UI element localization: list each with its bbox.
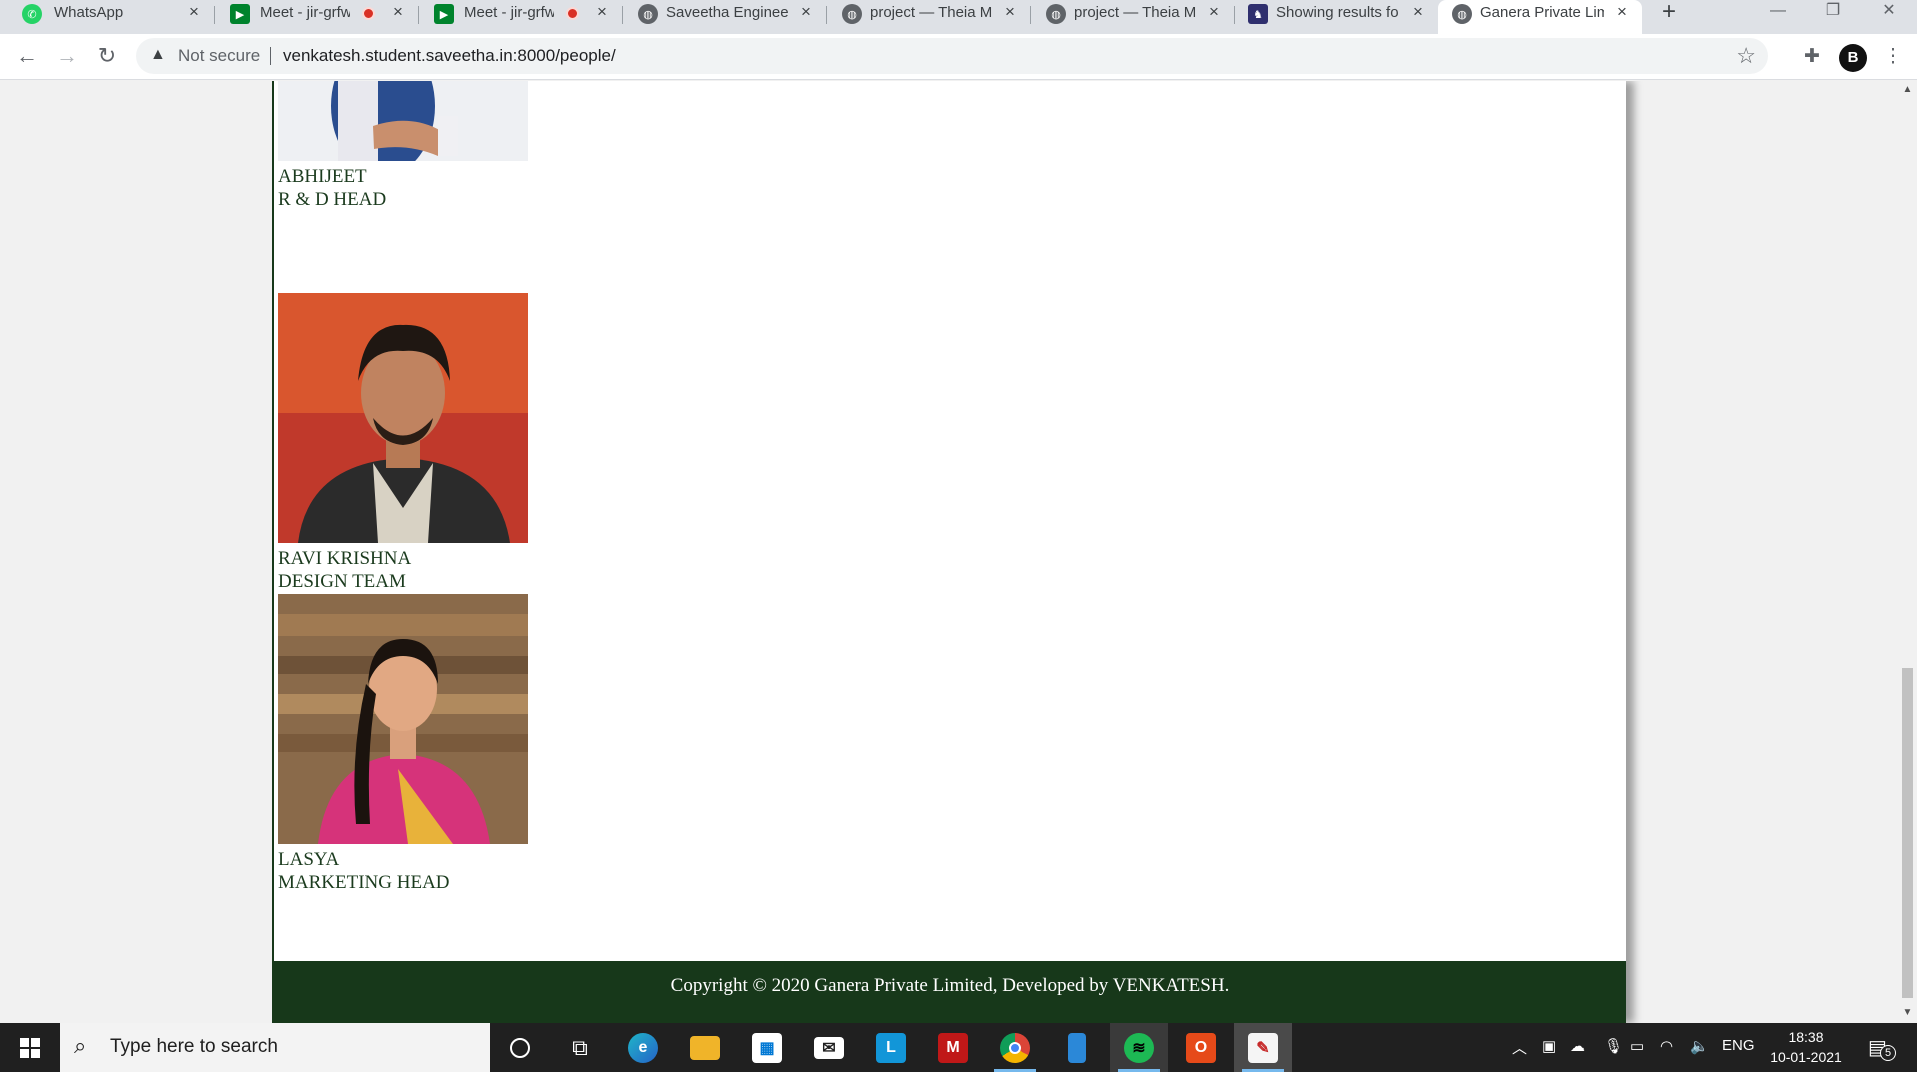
tab-saveetha[interactable]: ◍ Saveetha Engineer ×: [622, 0, 825, 34]
language-indicator[interactable]: ENG: [1722, 1037, 1755, 1054]
page-footer: Copyright © 2020 Ganera Private Limited,…: [274, 961, 1626, 1023]
spotify-icon[interactable]: ≋: [1110, 1023, 1168, 1072]
back-arrow-icon[interactable]: ←: [13, 42, 41, 70]
forward-arrow-icon[interactable]: →: [53, 42, 81, 70]
phone-app-icon[interactable]: [1048, 1023, 1106, 1072]
close-tab-icon[interactable]: ×: [1000, 1, 1020, 23]
windows-logo-icon: [20, 1038, 40, 1058]
mail-icon[interactable]: ✉: [800, 1023, 858, 1072]
search-icon: ⌕: [74, 1033, 87, 1058]
tab-search-results[interactable]: ♞ Showing results fo ×: [1234, 0, 1437, 34]
office-icon[interactable]: O: [1172, 1023, 1230, 1072]
wifi-icon[interactable]: ◠: [1660, 1037, 1673, 1055]
member-photo-abhijeet: [278, 81, 528, 161]
bookmark-star-icon[interactable]: ☆: [1736, 43, 1756, 69]
notification-count-badge: 5: [1880, 1045, 1896, 1061]
new-tab-button[interactable]: +: [1656, 0, 1682, 26]
store-icon[interactable]: ▦: [738, 1023, 796, 1072]
close-window-icon[interactable]: ✕: [1866, 0, 1912, 26]
restore-icon[interactable]: ❐: [1810, 0, 1856, 26]
close-tab-icon[interactable]: ×: [1408, 1, 1428, 23]
member-role: DESIGN TEAM: [278, 571, 406, 592]
close-tab-icon[interactable]: ×: [796, 1, 816, 23]
profile-avatar[interactable]: B: [1839, 44, 1867, 72]
site-icon: ♞: [1248, 4, 1268, 24]
divider: [270, 47, 271, 65]
tab-meet-2[interactable]: ▶ Meet - jir-grfw ×: [418, 0, 621, 34]
close-tab-icon[interactable]: ×: [1612, 1, 1632, 23]
globe-icon: ◍: [638, 4, 658, 24]
mcafee-icon[interactable]: M: [924, 1023, 982, 1072]
close-tab-icon[interactable]: ×: [592, 1, 612, 23]
microphone-icon[interactable]: 🎙: [1604, 1037, 1623, 1055]
start-button[interactable]: [0, 1023, 60, 1072]
onedrive-cloud-icon[interactable]: ☁: [1570, 1037, 1585, 1055]
whatsapp-icon: ✆: [22, 4, 42, 24]
url-text[interactable]: venkatesh.student.saveetha.in:8000/peopl…: [283, 46, 616, 66]
scroll-down-arrow-icon[interactable]: ▼: [1898, 1007, 1917, 1018]
minimize-icon[interactable]: —: [1755, 0, 1801, 26]
file-explorer-icon[interactable]: [676, 1023, 734, 1072]
screen: ✆ WhatsApp × ▶ Meet - jir-grfw × ▶ Meet …: [0, 0, 1917, 1072]
member-name: LASYA: [278, 849, 340, 870]
volume-icon[interactable]: 🔈: [1690, 1037, 1709, 1055]
close-tab-icon[interactable]: ×: [184, 1, 204, 23]
battery-icon[interactable]: ▭: [1630, 1037, 1644, 1055]
member-photo-ravi-krishna: [278, 293, 528, 543]
vertical-scrollbar[interactable]: ▲ ▼: [1898, 81, 1917, 1023]
tab-meet-1[interactable]: ▶ Meet - jir-grfw ×: [214, 0, 417, 34]
security-label[interactable]: Not secure: [178, 46, 260, 66]
device-icon[interactable]: ▣: [1542, 1037, 1556, 1055]
reload-icon[interactable]: ↻: [93, 42, 121, 70]
copyright-text: Copyright © 2020 Ganera Private Limited,…: [670, 975, 1230, 996]
warning-icon: ▲: [150, 46, 166, 63]
member-card: RAVI KRISHNA DESIGN TEAM: [278, 293, 528, 593]
system-clock[interactable]: 18:38 10-01-2021: [1766, 1027, 1846, 1067]
l-app-icon[interactable]: L: [862, 1023, 920, 1072]
globe-icon: ◍: [1046, 4, 1066, 24]
tab-ganera-active[interactable]: ◍ Ganera Private Lim ×: [1438, 0, 1642, 34]
recording-icon: [566, 7, 579, 20]
tab-theia-1[interactable]: ◍ project — Theia M ×: [826, 0, 1029, 34]
google-meet-icon: ▶: [434, 4, 454, 24]
address-bar[interactable]: ▲ Not secure venkatesh.student.saveetha.…: [136, 38, 1768, 74]
tab-strip: ✆ WhatsApp × ▶ Meet - jir-grfw × ▶ Meet …: [0, 0, 1917, 34]
menu-kebab-icon[interactable]: ⋮: [1880, 44, 1906, 70]
paint-icon[interactable]: ✎: [1234, 1023, 1292, 1072]
search-placeholder: Type here to search: [110, 1036, 278, 1057]
notification-center-icon[interactable]: ▤ 5: [1868, 1035, 1896, 1061]
chrome-icon[interactable]: [986, 1023, 1044, 1072]
extensions-puzzle-icon[interactable]: ✚: [1799, 44, 1825, 70]
page-viewport: ABHIJEET R & D HEAD RAVI KRISHNA DESIGN …: [0, 81, 1898, 1023]
taskbar-search[interactable]: ⌕ Type here to search: [60, 1023, 490, 1072]
windows-taskbar: ⌕ Type here to search ⧉ e ▦ ✉ L M ≋ O ✎ …: [0, 1023, 1917, 1072]
browser-toolbar: ← → ↻ ▲ Not secure venkatesh.student.sav…: [0, 34, 1917, 80]
member-name: RAVI KRISHNA: [278, 548, 412, 569]
member-photo-lasya: [278, 594, 528, 844]
clock-date: 10-01-2021: [1770, 1049, 1842, 1065]
member-card: LASYA MARKETING HEAD: [278, 594, 528, 894]
task-view-icon[interactable]: ⧉: [551, 1023, 609, 1072]
tab-theia-2[interactable]: ◍ project — Theia M ×: [1030, 0, 1233, 34]
edge-icon[interactable]: e: [614, 1023, 672, 1072]
cortana-icon[interactable]: [491, 1023, 549, 1072]
globe-icon: ◍: [1452, 4, 1472, 24]
show-hidden-icons-chevron-icon[interactable]: ︿: [1512, 1037, 1527, 1058]
page-container: ABHIJEET R & D HEAD RAVI KRISHNA DESIGN …: [272, 81, 1626, 1023]
recording-icon: [362, 7, 375, 20]
close-tab-icon[interactable]: ×: [1204, 1, 1224, 23]
tab-whatsapp[interactable]: ✆ WhatsApp ×: [0, 0, 203, 34]
scroll-up-arrow-icon[interactable]: ▲: [1898, 84, 1917, 95]
google-meet-icon: ▶: [230, 4, 250, 24]
member-role: R & D HEAD: [278, 189, 387, 210]
member-name: ABHIJEET: [278, 166, 367, 187]
member-role: MARKETING HEAD: [278, 872, 450, 893]
scrollbar-thumb[interactable]: [1902, 668, 1913, 998]
globe-icon: ◍: [842, 4, 862, 24]
clock-time: 18:38: [1788, 1029, 1824, 1045]
close-tab-icon[interactable]: ×: [388, 1, 408, 23]
